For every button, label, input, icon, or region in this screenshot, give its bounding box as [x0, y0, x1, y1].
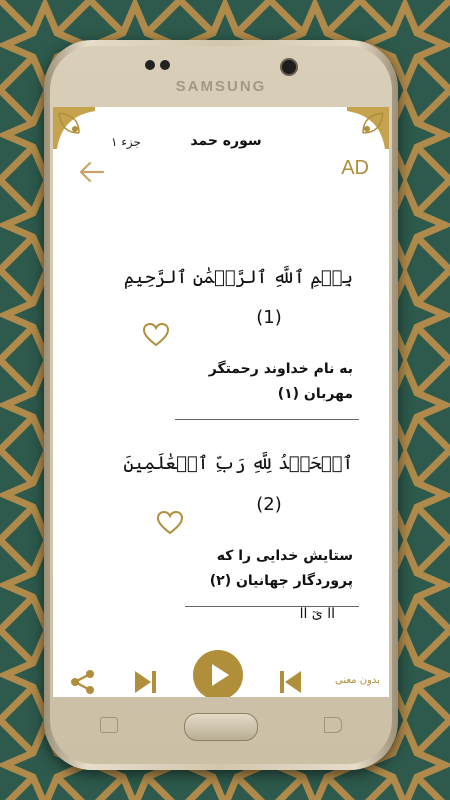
sensor-dot [160, 60, 170, 70]
phone-frame: SAMSUNG سوره حمد جزء ۱ AD بِسۡمِ ٱللَّهِ… [44, 40, 398, 770]
back-key[interactable] [324, 717, 342, 733]
verse-translation: ستایش خدایی را که پروردگار جهانیان (۲) [210, 544, 353, 594]
recent-apps-key[interactable] [100, 717, 118, 733]
sensor-dot [145, 60, 155, 70]
player-controls: بدون معنی [53, 650, 389, 697]
verse-arabic-text: بِسۡمِ ٱللَّهِ ٱلرَّحۡمَٰنِ ٱلرَّحِيمِ [123, 267, 353, 288]
partial-verse-text: اا ىٓ اا [299, 606, 335, 622]
verse-divider [175, 419, 359, 420]
play-icon [212, 664, 229, 686]
verse-number: (2) [256, 494, 282, 515]
verse-number: (1) [256, 307, 282, 328]
heart-icon[interactable] [157, 511, 183, 535]
play-button[interactable] [193, 650, 243, 697]
front-camera [280, 58, 298, 76]
home-button[interactable] [184, 713, 258, 741]
translation-line: به نام خداوند رحمتگر [208, 361, 353, 377]
ad-button[interactable]: AD [341, 157, 369, 180]
phone-bottom-bezel [44, 697, 398, 770]
heart-icon[interactable] [143, 323, 169, 347]
skip-next-icon[interactable] [133, 668, 159, 696]
verse-arabic-text: ٱلۡحَمۡدُ لِلَّهِ رَبِّ ٱلۡعَٰلَمِينَ [123, 453, 353, 474]
translation-line: ستایش خدایی را که [216, 548, 353, 564]
without-meaning-toggle[interactable]: بدون معنی [335, 675, 380, 686]
chapter-title: سوره حمد [190, 133, 262, 149]
translation-line: مهربان (۱) [277, 386, 353, 402]
corner-ornament-icon [53, 107, 95, 149]
app-screen: سوره حمد جزء ۱ AD بِسۡمِ ٱللَّهِ ٱلرَّحۡ… [53, 107, 389, 697]
brand-label: SAMSUNG [175, 78, 267, 95]
juz-label: جزء ۱ [111, 135, 141, 149]
back-arrow-icon[interactable] [79, 161, 105, 183]
corner-ornament-icon [347, 107, 389, 149]
skip-previous-icon[interactable] [277, 668, 303, 696]
share-icon[interactable] [69, 668, 97, 696]
verse-translation: به نام خداوند رحمتگر مهربان (۱) [209, 357, 353, 407]
translation-line: پروردگار جهانیان (۲) [209, 573, 353, 589]
